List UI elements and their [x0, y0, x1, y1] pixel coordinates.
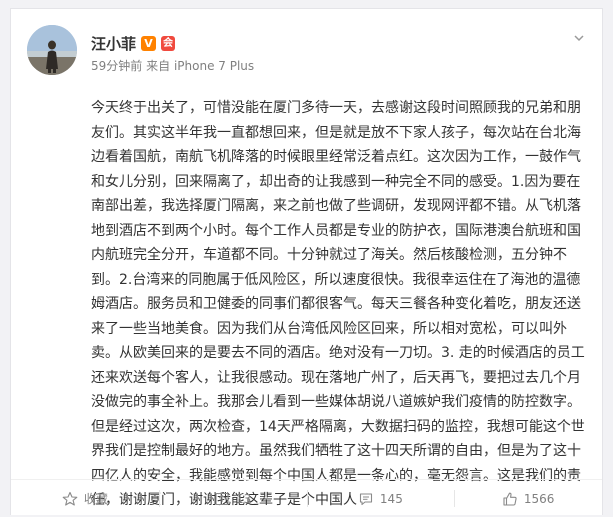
- author-name[interactable]: 汪小菲: [91, 33, 136, 54]
- repost-button[interactable]: 13: [158, 480, 307, 517]
- content-line: 南部出差，我选择厦门隔离，来之前也做了些调研，发现网评都不错。从飞机落: [91, 198, 581, 214]
- post-source: iPhone 7 Plus: [173, 59, 255, 73]
- action-bar: 收藏 13 145 1566: [11, 479, 602, 517]
- author-row: 汪小菲 V 会: [91, 33, 176, 54]
- source-prefix: 来自: [146, 59, 171, 73]
- post-content: 今天终于出关了，可惜没能在厦门多待一天，去感谢这段时间照顾我的兄弟和朋 友们。其…: [91, 96, 593, 513]
- content-line: 友们。其实这半年我一直都想回来，但是就是放不下家人孩子，每次站在台北海: [91, 124, 581, 141]
- content-line: 界我们是控制最好的地方。虽然我们牺牲了这十四天所谓的自由，但是为了这十: [91, 443, 581, 459]
- post-time[interactable]: 59分钟前: [91, 59, 142, 73]
- comment-icon: [359, 492, 372, 505]
- content-line: 还来欢送每个客人，让我很感动。现在落地广州了，后天再飞，要把过去几个月: [91, 369, 581, 386]
- favorite-label: 收藏: [83, 492, 108, 506]
- content-line: 内航班完全分开，车道都不同。十分钟就过了海关。然后核酸检测，五分钟不: [91, 247, 567, 263]
- avatar[interactable]: [27, 25, 77, 75]
- repost-count: 13: [235, 491, 252, 506]
- content-line: 和女儿分别，回来隔离了，却出奇的让我感到一种完全不同的感受。1.因为要在: [91, 173, 581, 190]
- post-meta: 59分钟前 来自 iPhone 7 Plus: [91, 57, 254, 74]
- like-count: 1566: [523, 491, 555, 506]
- content-line: 卖。从欧美回来的是要去不同的酒店。绝对没有一刀切。3. 走的时候酒店的员工: [91, 345, 585, 361]
- repost-icon: [215, 492, 229, 505]
- comment-count: 145: [379, 491, 403, 506]
- content-line: 来了一些当地美食。因为我们从台湾低风险区回来，所以相对宽松，可以叫外: [91, 320, 567, 337]
- thumbs-up-icon: [503, 492, 517, 506]
- content-line: 但是经过这次，两次检查，14天严格隔离，大数据扫码的监控，我想可能这个世: [91, 418, 585, 435]
- weibo-card: 汪小菲 V 会 59分钟前 来自 iPhone 7 Plus 今天终于出关了，可…: [10, 8, 603, 515]
- star-icon: [62, 491, 78, 506]
- content-line: 边看着国航，南航飞机降落的时候眼里经常泛着点红。这次因为工作，一鼓作气: [91, 149, 581, 165]
- content-line: 没做完的事全补上。我那会儿看到一些媒体胡说八道嫉妒我们疫情的防控数字。: [91, 394, 581, 410]
- verified-icon: V: [141, 36, 157, 51]
- content-line: 到。2.台湾来的同胞属于低风险区，所以速度很快。我很幸运住在了海池的温德: [91, 271, 581, 288]
- favorite-button[interactable]: 收藏: [11, 480, 159, 517]
- avatar-photo: [27, 25, 77, 75]
- content-line: 地到酒店不到两个小时。每个工作人员都是专业的防护衣，国际港澳台航班和国: [91, 222, 581, 239]
- member-icon: 会: [161, 36, 176, 51]
- content-line: 姆酒店。服务员和卫健委的同事们都很客气。每天三餐各种变化着吃，朋友还送: [91, 296, 581, 312]
- like-button[interactable]: 1566: [454, 480, 602, 517]
- chevron-down-icon[interactable]: [572, 31, 586, 45]
- comment-button[interactable]: 145: [306, 480, 455, 517]
- content-line: 今天终于出关了，可惜没能在厦门多待一天，去感谢这段时间照顾我的兄弟和朋: [91, 100, 581, 116]
